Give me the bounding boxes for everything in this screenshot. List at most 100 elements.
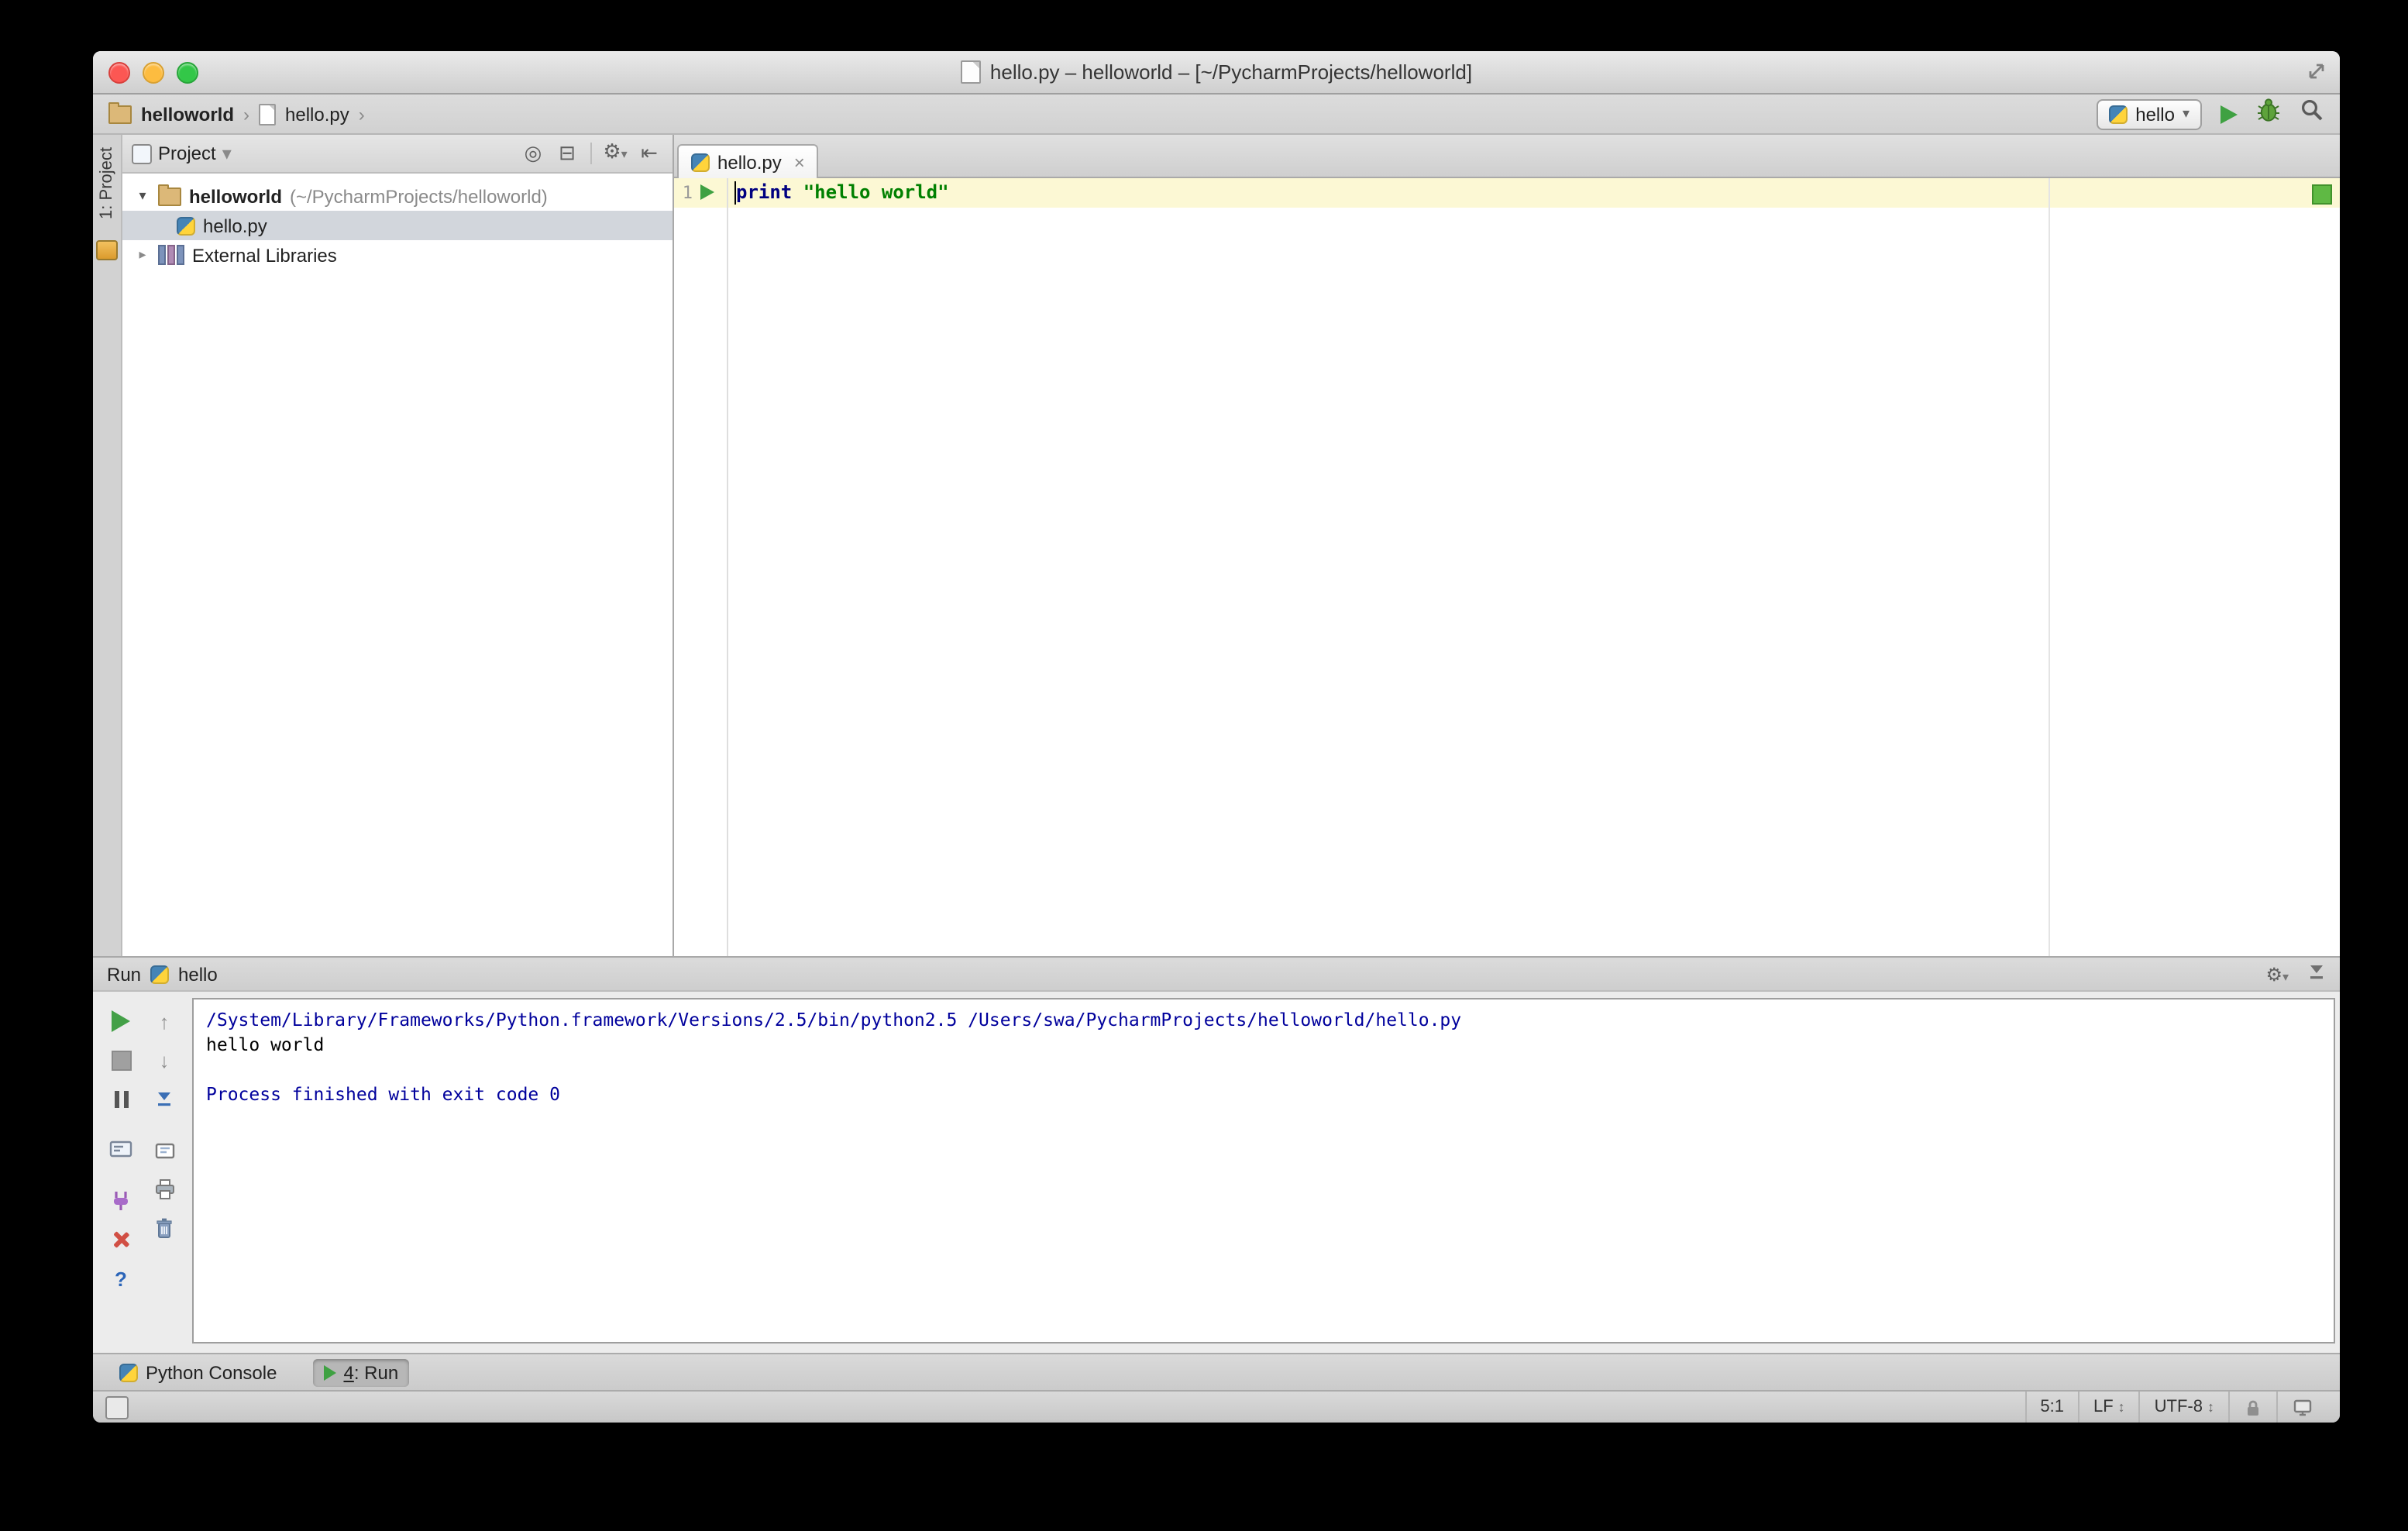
encoding-widget[interactable]: UTF-8 ↕	[2138, 1392, 2228, 1423]
hide-tool-window-button[interactable]	[2307, 962, 2326, 986]
python-icon	[2109, 105, 2128, 123]
run-configuration-label: hello	[2135, 103, 2175, 125]
project-view-selector[interactable]: Project	[158, 143, 216, 164]
chevron-down-icon: ▾	[2282, 969, 2289, 983]
run-configuration-select[interactable]: hello ▾	[2097, 98, 2202, 129]
down-stack-trace-button[interactable]: ↓	[152, 1048, 177, 1072]
highlighting-level-widget[interactable]	[2276, 1392, 2327, 1423]
close-tab-icon[interactable]: ×	[794, 151, 805, 173]
divider	[590, 143, 592, 164]
project-tree: ▾ helloworld (~/PycharmProjects/hellowor…	[122, 174, 673, 956]
question-mark-icon: ?	[115, 1267, 127, 1290]
close-tool-window-button[interactable]	[108, 1227, 133, 1252]
run-label-rest: : Run	[353, 1361, 399, 1383]
up-stack-trace-button[interactable]: ↑	[152, 1009, 177, 1034]
locate-file-button[interactable]: ◎	[519, 141, 547, 166]
toolbar-right: hello ▾	[2097, 98, 2324, 130]
settings-gear-button[interactable]: ⚙▾	[2265, 963, 2289, 985]
zoom-window-button[interactable]	[177, 61, 198, 83]
updown-icon: ↕	[2117, 1399, 2125, 1415]
collapse-icon[interactable]: ▸	[135, 246, 150, 263]
tree-node-path: (~/PycharmProjects/helloworld)	[290, 185, 548, 207]
titlebar: hello.py – helloworld – [~/PycharmProjec…	[93, 51, 2340, 95]
tree-row-hello-py[interactable]: hello.py	[122, 211, 673, 240]
hide-panel-button[interactable]: ⇤	[635, 141, 663, 166]
code-keyword: print	[736, 181, 793, 203]
stop-button[interactable]	[108, 1048, 133, 1072]
python-console-button[interactable]: Python Console	[108, 1358, 287, 1386]
close-window-button[interactable]	[108, 61, 130, 83]
console-line: Process finished with exit code 0	[206, 1083, 560, 1105]
run-line-icon[interactable]	[700, 184, 714, 200]
console-output[interactable]: /System/Library/Frameworks/Python.framew…	[192, 998, 2335, 1343]
python-file-icon	[177, 216, 195, 235]
encoding: UTF-8	[2154, 1398, 2203, 1416]
tree-row-helloworld[interactable]: ▾ helloworld (~/PycharmProjects/hellowor…	[122, 181, 673, 211]
show-console-button[interactable]	[108, 1137, 133, 1162]
breadcrumb-helloworld[interactable]: helloworld	[141, 103, 234, 125]
chevron-down-icon: ▾	[222, 143, 232, 164]
debug-button[interactable]	[2256, 98, 2281, 130]
run-icon	[323, 1364, 336, 1380]
project-panel-header: Project ▾ ◎ ⊟ ⚙▾ ⇤	[122, 135, 673, 174]
rerun-button[interactable]	[108, 1009, 133, 1034]
screen: hello.py – helloworld – [~/PycharmProjec…	[0, 0, 2408, 1531]
code-editor[interactable]: 1 print "hello world"	[674, 178, 2340, 956]
project-stripe-button[interactable]: 1: Project	[98, 147, 116, 219]
run-tool-window-header: Run hello ⚙▾	[93, 956, 2340, 992]
caret-position-widget[interactable]: 5:1	[2024, 1392, 2078, 1423]
inspection-status-marker[interactable]	[2312, 184, 2332, 205]
scroll-to-end-button[interactable]	[152, 1086, 177, 1111]
project-view-icon	[132, 143, 152, 163]
caret-position: 5:1	[2040, 1398, 2064, 1416]
pause-output-button[interactable]	[108, 1086, 133, 1111]
bookmark-icon[interactable]	[96, 240, 118, 261]
file-icon	[259, 103, 276, 125]
tree-node-label: helloworld	[189, 185, 282, 207]
navigation-bar: helloworld › hello.py › hello ▾	[93, 95, 2340, 135]
status-bar-widgets: 5:1 LF ↕ UTF-8 ↕	[2024, 1392, 2327, 1423]
chevron-down-icon: ▾	[621, 147, 628, 161]
breadcrumb-hello-py[interactable]: hello.py	[285, 103, 349, 125]
tab-label: hello.py	[717, 151, 782, 173]
line-separator-widget[interactable]: LF ↕	[2077, 1392, 2139, 1423]
restore-layout-button[interactable]	[152, 1137, 177, 1162]
folder-icon	[158, 184, 181, 205]
run-panel-title: Run	[107, 963, 142, 985]
text-caret	[734, 181, 736, 205]
help-button[interactable]: ?	[108, 1266, 133, 1291]
code-string: "hello world"	[803, 181, 949, 203]
clear-console-button[interactable]	[152, 1215, 177, 1240]
editor-tab-bar: hello.py ×	[674, 135, 2340, 178]
settings-gear-button[interactable]: ⚙▾	[601, 139, 629, 167]
hector-icon	[2293, 1399, 2312, 1416]
folder-icon	[108, 101, 132, 123]
status-bar: 5:1 LF ↕ UTF-8 ↕	[93, 1390, 2340, 1423]
code-line: print "hello world"	[736, 178, 949, 208]
readonly-lock-widget[interactable]	[2228, 1392, 2276, 1423]
arrow-up-icon: ↑	[159, 1010, 170, 1033]
python-console-label: Python Console	[146, 1361, 277, 1383]
tab-hello-py[interactable]: hello.py ×	[677, 144, 819, 178]
run-button[interactable]	[2221, 105, 2238, 123]
run-tool-window-button[interactable]: 4: Run	[312, 1358, 410, 1386]
window-title-area: hello.py – helloworld – [~/PycharmProjec…	[960, 60, 1472, 84]
search-icon[interactable]	[2300, 98, 2324, 130]
attach-debugger-button[interactable]	[108, 1189, 133, 1213]
tree-row-external-libraries[interactable]: ▸ External Libraries	[122, 240, 673, 270]
resize-grip-icon[interactable]	[2306, 60, 2327, 90]
run-mnemonic: 4	[343, 1361, 354, 1383]
tool-window-switcher-icon[interactable]	[105, 1395, 129, 1419]
minimize-window-button[interactable]	[143, 61, 164, 83]
expand-icon[interactable]: ▾	[135, 188, 150, 205]
chevron-icon: ›	[243, 103, 249, 125]
print-button[interactable]	[152, 1176, 177, 1201]
console-toolbar: ? ↑ ↓	[93, 992, 192, 1353]
updown-icon: ↕	[2207, 1399, 2214, 1415]
project-tool-window: Project ▾ ◎ ⊟ ⚙▾ ⇤ ▾ helloworld (~/Pycha…	[122, 135, 674, 956]
chevron-icon: ›	[358, 103, 365, 125]
collapse-all-button[interactable]: ⊟	[553, 141, 581, 166]
pycharm-window: hello.py – helloworld – [~/PycharmProjec…	[93, 51, 2340, 1423]
